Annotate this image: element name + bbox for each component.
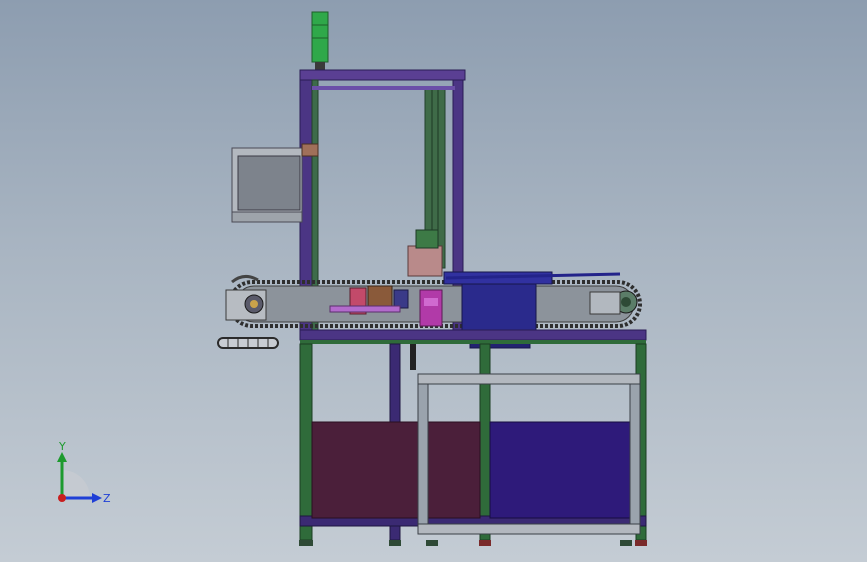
y-axis-label: Y [58, 440, 66, 453]
z-axis-label: Z [103, 492, 111, 505]
x-axis-origin-icon [58, 494, 66, 502]
axis-triad: Y Z [57, 440, 111, 505]
signal-tower [311, 11, 329, 70]
table-top [299, 329, 647, 344]
bottom-panels [311, 421, 637, 519]
triad-plane-icon [62, 470, 90, 498]
leveling-feet [299, 540, 647, 546]
cad-viewport[interactable] [0, 0, 867, 562]
work-station-parts [329, 229, 443, 327]
chain-segment [217, 337, 279, 349]
